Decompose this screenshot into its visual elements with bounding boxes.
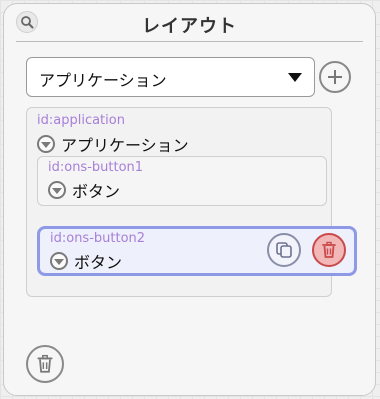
node-label: ボタン: [74, 253, 123, 272]
node-id: id:ons-button1: [48, 160, 144, 175]
add-component-button[interactable]: [319, 61, 351, 93]
node-row: ボタン: [50, 249, 122, 273]
copy-icon: [276, 242, 292, 258]
root-node-id: id:application: [37, 113, 125, 128]
node-id: id:ons-button2: [50, 231, 146, 246]
trash-icon: [37, 354, 53, 373]
duplicate-button[interactable]: [267, 233, 301, 267]
component-select[interactable]: アプリケーション: [26, 57, 315, 97]
collapse-toggle-icon[interactable]: [37, 135, 55, 153]
trash-icon: [322, 241, 336, 258]
node-label: ボタン: [72, 182, 121, 201]
root-node[interactable]: アプリケーション: [37, 132, 189, 156]
delete-node-button[interactable]: [312, 233, 346, 267]
node-row: ボタン: [48, 178, 120, 202]
plus-icon: [328, 70, 342, 84]
panel-header: レイアウト: [4, 4, 375, 44]
layout-panel: レイアウト アプリケーション id:application アプリケーション i…: [3, 3, 376, 396]
collapse-toggle-icon[interactable]: [50, 252, 68, 270]
chevron-down-icon: [288, 73, 302, 82]
trash-button[interactable]: [26, 345, 64, 383]
component-tree: id:application アプリケーション id:ons-button1 ボ…: [26, 107, 357, 297]
collapse-toggle-icon[interactable]: [48, 181, 66, 199]
panel-title: レイアウト: [142, 16, 237, 37]
tree-node-ons-button2[interactable]: id:ons-button2 ボタン: [37, 226, 357, 276]
header-divider: [16, 41, 363, 42]
tree-node-ons-button1[interactable]: id:ons-button1 ボタン: [37, 156, 327, 206]
component-select-value: アプリケーション: [39, 71, 167, 90]
root-node-label: アプリケーション: [61, 136, 189, 155]
